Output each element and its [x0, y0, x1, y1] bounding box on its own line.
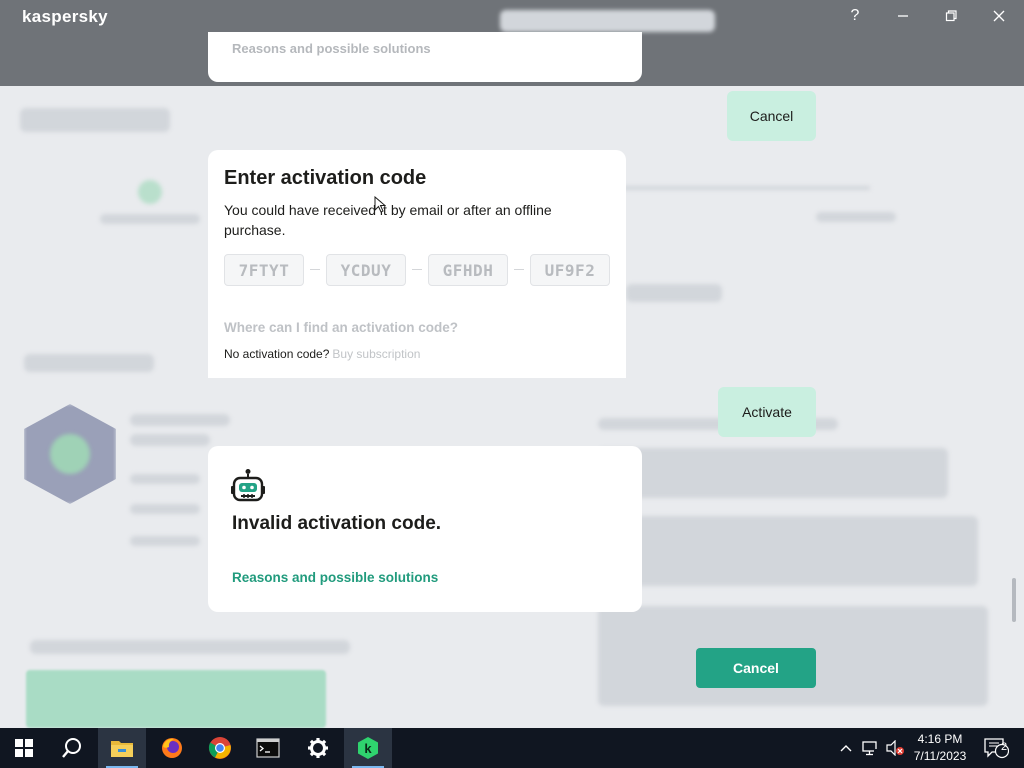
- clock-date: 7/11/2023: [913, 749, 967, 763]
- code-separator: [412, 269, 422, 270]
- close-icon: [993, 10, 1005, 22]
- search-icon: [62, 738, 81, 758]
- kaspersky-icon: k: [358, 737, 378, 759]
- notification-count: 2: [1000, 741, 1008, 753]
- background-text-blur: [130, 414, 230, 426]
- code-segment-2[interactable]: YCDUY: [326, 254, 406, 286]
- title-bar: kaspersky ?: [0, 0, 1024, 32]
- code-separator: [514, 269, 524, 270]
- background-step-label-blur-2: [816, 212, 896, 222]
- code-segment-4[interactable]: UF9F2: [530, 254, 610, 286]
- system-clock[interactable]: 4:16 PM 7/11/2023: [906, 731, 974, 765]
- background-step-label-blur: [100, 214, 200, 224]
- taskbar-terminal[interactable]: [244, 728, 292, 768]
- minimize-button[interactable]: [879, 0, 927, 32]
- background-scrollbar[interactable]: [1012, 578, 1016, 622]
- activation-code-input[interactable]: 7FTYT YCDUY GFHDH UF9F2: [224, 254, 610, 286]
- error-title: Invalid activation code.: [232, 513, 442, 534]
- close-button[interactable]: [975, 0, 1023, 32]
- taskbar: k 4:16 PM 7/11/2023 2: [0, 728, 1024, 768]
- background-heading-blur: [24, 354, 154, 372]
- clock-time: 4:16 PM: [917, 732, 963, 746]
- chevron-up-icon: [840, 745, 852, 752]
- robot-icon: [231, 469, 265, 502]
- reasons-link-faded[interactable]: Reasons and possible solutions: [232, 41, 431, 56]
- background-text-blur-2: [130, 434, 210, 446]
- search-button[interactable]: [48, 728, 96, 768]
- taskbar-firefox[interactable]: [148, 728, 196, 768]
- show-hidden-icons-button[interactable]: [836, 728, 856, 768]
- help-button[interactable]: ?: [831, 0, 879, 32]
- invalid-code-card: Invalid activation code. Reasons and pos…: [208, 446, 642, 612]
- svg-text:k: k: [364, 741, 372, 756]
- buy-subscription-link[interactable]: Buy subscription: [332, 347, 420, 361]
- file-explorer-icon: [111, 741, 133, 757]
- no-code-row: No activation code? Buy subscription: [224, 347, 420, 361]
- maximize-button[interactable]: [927, 0, 975, 32]
- cancel-button-secondary[interactable]: Cancel: [727, 91, 816, 141]
- activation-code-card: Enter activation code You could have rec…: [208, 150, 626, 378]
- code-separator: [310, 269, 320, 270]
- background-paragraph-blur: [598, 448, 948, 498]
- windows-start-icon: [15, 739, 33, 757]
- notification-center-button[interactable]: 2: [978, 728, 1014, 768]
- cancel-button[interactable]: Cancel: [696, 648, 816, 688]
- activation-description: You could have received it by email or a…: [224, 202, 552, 238]
- no-code-label: No activation code?: [224, 347, 330, 361]
- taskbar-file-explorer[interactable]: [98, 728, 146, 768]
- code-segment-1[interactable]: 7FTYT: [224, 254, 304, 286]
- background-text-blur-3: [130, 474, 200, 484]
- settings-gear-icon: [308, 738, 328, 758]
- network-icon: [862, 741, 879, 756]
- volume-muted-icon: [886, 740, 904, 756]
- find-code-link[interactable]: Where can I find an activation code?: [224, 320, 458, 335]
- taskbar-kaspersky[interactable]: k: [344, 728, 392, 768]
- background-heading-blur-2: [626, 284, 722, 302]
- start-button[interactable]: [0, 728, 48, 768]
- code-segment-3[interactable]: GFHDH: [428, 254, 508, 286]
- taskbar-settings[interactable]: [294, 728, 342, 768]
- page-title: Enter activation code: [224, 167, 427, 189]
- kaspersky-logo: kaspersky: [22, 7, 108, 26]
- activate-button[interactable]: Activate: [718, 387, 816, 437]
- volume-control[interactable]: [884, 728, 906, 768]
- previous-error-card: Reasons and possible solutions: [208, 32, 642, 82]
- background-primary-button-blur: [26, 670, 326, 728]
- background-step-blur: [138, 180, 162, 204]
- minimize-icon: [898, 15, 908, 17]
- network-status[interactable]: [860, 728, 882, 768]
- chrome-icon: [208, 737, 231, 759]
- terminal-icon: [256, 738, 280, 758]
- reasons-link[interactable]: Reasons and possible solutions: [232, 570, 438, 585]
- background-checkbox-blur: [30, 640, 350, 654]
- background-progress-blur: [620, 186, 870, 190]
- background-product-badge-center: [50, 434, 90, 474]
- background-logo-blur: [20, 108, 170, 132]
- background-text-blur-4: [130, 504, 200, 514]
- maximize-icon: [945, 10, 957, 22]
- mouse-cursor-icon: [374, 196, 386, 213]
- taskbar-chrome[interactable]: [196, 728, 244, 768]
- background-paragraph-blur-2: [598, 516, 978, 586]
- question-mark-icon: ?: [850, 7, 860, 24]
- background-text-blur-5: [130, 536, 200, 546]
- firefox-icon: [162, 738, 182, 758]
